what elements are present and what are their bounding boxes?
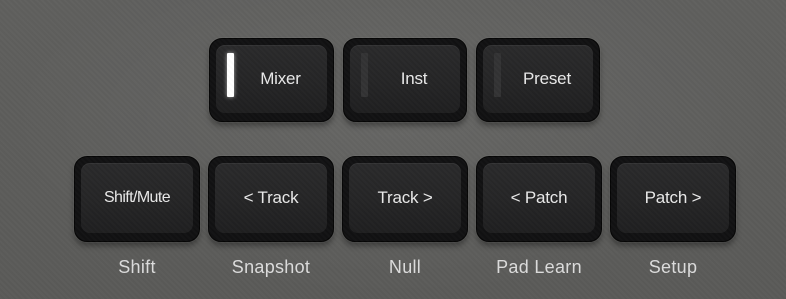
- track-prev-button[interactable]: < Track: [208, 156, 334, 242]
- patch-prev-button[interactable]: < Patch: [476, 156, 602, 242]
- track-prev-button-label: < Track: [243, 188, 299, 207]
- mixer-button[interactable]: Mixer: [209, 38, 334, 122]
- track-next-button[interactable]: Track >: [342, 156, 468, 242]
- patch-next-button-label: Patch >: [644, 188, 702, 207]
- track-next-button-label: Track >: [377, 188, 433, 207]
- snapshot-sublabel: Snapshot: [231, 257, 311, 277]
- shift-mute-button-label: Shift/Mute: [103, 189, 171, 206]
- preset-button-label: Preset: [523, 69, 571, 88]
- control-panel: Mixer Inst Preset Shift/Mute < Track Tra…: [0, 0, 786, 299]
- null-sublabel: Null: [388, 257, 422, 277]
- pad-learn-sublabel: Pad Learn: [496, 257, 582, 277]
- shift-mute-button[interactable]: Shift/Mute: [74, 156, 200, 242]
- preset-button[interactable]: Preset: [476, 38, 600, 122]
- patch-prev-button-label: < Patch: [510, 188, 568, 207]
- inst-button-label: Inst: [400, 69, 428, 88]
- setup-sublabel: Setup: [648, 257, 698, 277]
- patch-next-button[interactable]: Patch >: [610, 156, 736, 242]
- inst-button[interactable]: Inst: [343, 38, 467, 122]
- shift-sublabel: Shift: [118, 257, 156, 277]
- mixer-button-label: Mixer: [260, 69, 301, 88]
